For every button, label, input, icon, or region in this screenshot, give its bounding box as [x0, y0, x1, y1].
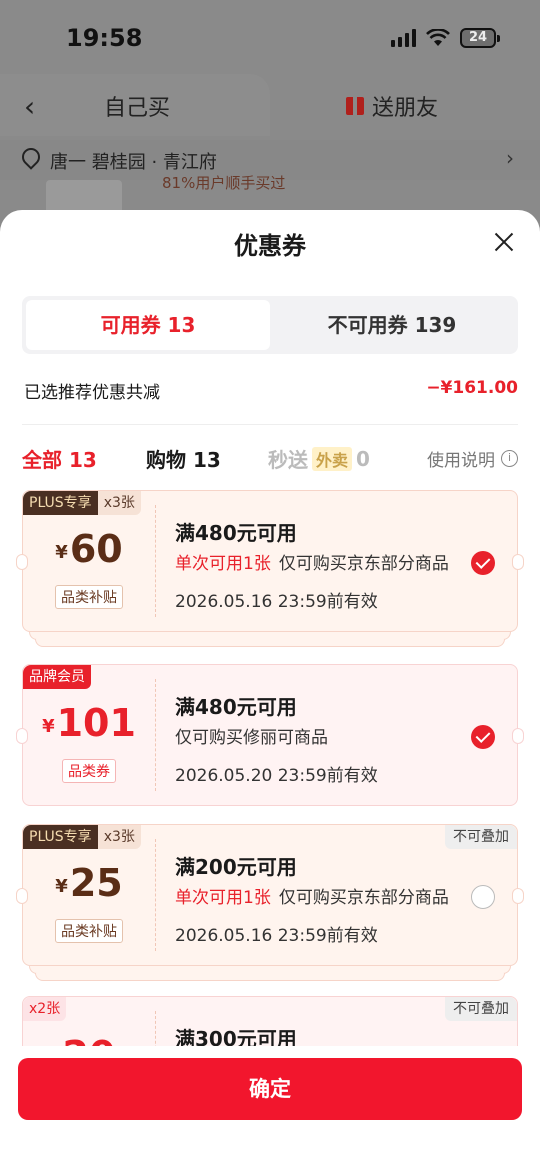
- coupon-notch: [512, 888, 524, 904]
- coupon-expiry: 2026.05.16 23:59前有效: [175, 592, 378, 612]
- tab-friend-label: 送朋友: [372, 96, 439, 121]
- filter-takeout-tag: 外卖: [312, 446, 353, 471]
- close-icon[interactable]: [492, 230, 516, 254]
- info-icon: i: [501, 450, 518, 467]
- coupon-title: 满480元可用: [175, 521, 297, 545]
- filter-all[interactable]: 全部 13: [22, 444, 97, 473]
- checkbox-checked-icon[interactable]: [471, 725, 495, 749]
- tab-self-label: 自己买: [104, 96, 171, 121]
- coupon-sheet: 优惠券 可用券 13 不可用券 139 已选推荐优惠共减 −¥161.00 全部…: [0, 210, 540, 1170]
- coupon-card[interactable]: PLUS专享 x3张 ¥60 品类补贴 满480元可用 单次可用1张 仅可购买京东…: [16, 490, 524, 647]
- filter-flash-count: 0: [356, 446, 370, 471]
- coupon-divider: [155, 679, 156, 791]
- coupon-title: 满480元可用: [175, 695, 297, 719]
- coupon-notch: [512, 554, 524, 570]
- coupon-desc: 单次可用1张 仅可购买京东部分商品: [175, 549, 449, 574]
- top-tabs: ‹ 自己买 送朋友: [0, 74, 540, 136]
- coupon-title: 满200元可用: [175, 855, 297, 879]
- coupon-desc: 单次可用1张 仅可购买京东部分商品: [175, 883, 449, 908]
- filter-flash-label: 秒送: [268, 448, 308, 472]
- tag-area: 品类补贴: [23, 491, 155, 633]
- status-time: 19:58: [66, 24, 143, 52]
- tag-area: 品类补贴: [23, 825, 155, 967]
- coupon-notch: [512, 728, 524, 744]
- coupon-stack-edge: [35, 973, 505, 981]
- filter-bar: 全部 13 购物 13 秒送 外卖 0 使用说明 i: [22, 444, 518, 474]
- filter-shopping[interactable]: 购物 13: [146, 444, 221, 473]
- sheet-title: 优惠券: [234, 232, 306, 260]
- chevron-right-icon: ›: [506, 146, 514, 170]
- filter-flash[interactable]: 秒送 外卖 0: [268, 444, 370, 473]
- checkbox-checked-icon[interactable]: [471, 551, 495, 575]
- address-text: 唐一 碧桂园 · 青江府: [50, 152, 217, 173]
- coupon-scope: 仅可购买京东部分商品: [278, 554, 449, 574]
- coupon-limit: 单次可用1张: [175, 554, 271, 574]
- tab-friend[interactable]: 送朋友: [346, 90, 438, 122]
- wifi-icon: [426, 29, 450, 46]
- status-bar: 19:58 24: [0, 0, 540, 80]
- coupon-stack-edge: [35, 639, 505, 647]
- tab-unavailable[interactable]: 不可用券 139: [270, 300, 514, 350]
- coupon-card[interactable]: PLUS专享 x3张 不可叠加 ¥25 品类补贴 满200元可用 单次可用1张仅…: [16, 824, 524, 981]
- divider: [22, 424, 518, 425]
- coupon-limit: 单次可用1张: [175, 888, 271, 908]
- coupon-scope: 仅可购买京东部分商品: [278, 888, 449, 908]
- signal-icon: [391, 29, 416, 47]
- count-badge: x2张: [23, 997, 67, 1021]
- footer: 确定: [0, 1046, 540, 1170]
- coupon-desc: 仅可购买修丽可商品: [175, 728, 328, 748]
- coupon-divider: [155, 839, 156, 951]
- tab-available[interactable]: 可用券 13: [26, 300, 270, 350]
- usage-help[interactable]: 使用说明 i: [427, 446, 518, 471]
- peek-text: 81%用户顺手买过: [162, 174, 286, 192]
- gift-icon: [346, 97, 364, 115]
- status-icons: 24: [391, 28, 500, 48]
- coupon-expiry: 2026.05.20 23:59前有效: [175, 766, 378, 786]
- coupon-segment-control: 可用券 13 不可用券 139: [22, 296, 518, 354]
- no-stack-badge: 不可叠加: [445, 997, 517, 1021]
- tag-area: 品类券: [23, 665, 155, 807]
- tab-self[interactable]: ‹ 自己买: [0, 74, 270, 136]
- saving-label: 已选推荐优惠共减: [24, 383, 160, 403]
- no-stack-badge: 不可叠加: [445, 825, 517, 849]
- saving-value: −¥161.00: [426, 378, 518, 398]
- usage-help-label: 使用说明: [427, 451, 495, 471]
- battery-icon: 24: [460, 28, 500, 48]
- location-pin-icon: [18, 144, 44, 170]
- coupon-card[interactable]: 品牌会员 ¥101 品类券 满480元可用 仅可购买修丽可商品 2026.05.…: [16, 664, 524, 807]
- coupon-badge: x2张: [23, 997, 67, 1021]
- coupon-tag: 品类券: [62, 759, 116, 783]
- coupon-expiry: 2026.05.16 23:59前有效: [175, 926, 378, 946]
- back-icon[interactable]: ‹: [24, 90, 35, 123]
- coupon-tag: 品类补贴: [55, 585, 123, 609]
- coupon-divider: [155, 505, 156, 617]
- confirm-button[interactable]: 确定: [18, 1058, 522, 1120]
- background-page: 19:58 24 ‹ 自己买 送朋友 唐一 碧桂园 · 青江府 › 81%用户顺…: [0, 0, 540, 240]
- coupon-tag: 品类补贴: [55, 919, 123, 943]
- checkbox-unchecked-icon[interactable]: [471, 885, 495, 909]
